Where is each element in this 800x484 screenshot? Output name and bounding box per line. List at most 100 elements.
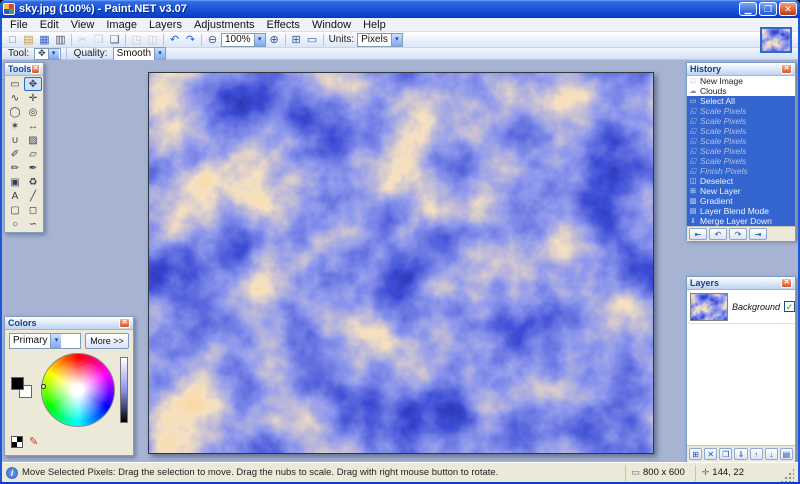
layer-properties-button[interactable]: ▤ bbox=[780, 448, 793, 460]
menu-image[interactable]: Image bbox=[100, 18, 143, 32]
colors-panel-titlebar[interactable]: Colors ✕ bbox=[5, 317, 133, 330]
redo-icon[interactable]: ↷ bbox=[183, 33, 198, 47]
chevron-down-icon[interactable]: ▾ bbox=[154, 48, 165, 60]
history-undo-button[interactable]: ↶ bbox=[709, 228, 727, 240]
tool-text[interactable]: A bbox=[6, 189, 24, 203]
tool-move-selection[interactable]: ✛ bbox=[24, 91, 42, 105]
new-image-icon[interactable]: □ bbox=[5, 33, 20, 47]
layer-visibility-checkbox[interactable]: ✓ bbox=[784, 301, 795, 312]
duplicate-layer-button[interactable]: ❐ bbox=[719, 448, 732, 460]
tool-gradient[interactable]: ▨ bbox=[24, 133, 42, 147]
menu-view[interactable]: View bbox=[65, 18, 101, 32]
undo-icon[interactable]: ↶ bbox=[167, 33, 182, 47]
chevron-down-icon[interactable]: ▾ bbox=[48, 49, 59, 59]
tool-rectangle-select[interactable]: ▭ bbox=[6, 77, 24, 91]
history-item[interactable]: ▨Gradient bbox=[687, 196, 795, 206]
close-icon[interactable]: ✕ bbox=[119, 318, 130, 328]
restore-button[interactable]: ❐ bbox=[759, 2, 777, 16]
swatch-grid-icon[interactable] bbox=[11, 436, 23, 448]
tool-paint-bucket[interactable]: ∪ bbox=[6, 133, 24, 147]
tool-eraser[interactable]: ▱ bbox=[24, 147, 42, 161]
units-select[interactable]: Pixels ▾ bbox=[357, 33, 403, 47]
color-wheel[interactable] bbox=[41, 353, 115, 427]
history-item[interactable]: ☁Clouds bbox=[687, 86, 795, 96]
tool-line-curve[interactable]: ╱ bbox=[24, 189, 42, 203]
sky-image[interactable] bbox=[149, 73, 653, 453]
history-item[interactable]: ⊞New Layer bbox=[687, 186, 795, 196]
history-rewind-button[interactable]: ⇤ bbox=[689, 228, 707, 240]
current-tool-select[interactable]: ✥ ▾ bbox=[34, 48, 61, 60]
delete-layer-button[interactable]: ✕ bbox=[704, 448, 717, 460]
menu-edit[interactable]: Edit bbox=[34, 18, 65, 32]
tool-recolor[interactable]: ♻ bbox=[24, 175, 42, 189]
history-item[interactable]: ◱Scale Pixels bbox=[687, 106, 795, 116]
tool-zoom[interactable]: ◎ bbox=[24, 105, 42, 119]
history-item[interactable]: ◱Scale Pixels bbox=[687, 136, 795, 146]
menu-window[interactable]: Window bbox=[306, 18, 357, 32]
open-image-thumbnail[interactable] bbox=[760, 27, 792, 53]
history-item[interactable]: ◫Deselect bbox=[687, 176, 795, 186]
primary-color-swatch[interactable] bbox=[11, 377, 24, 390]
more-options-button[interactable]: More >> bbox=[85, 333, 129, 349]
history-panel-titlebar[interactable]: History ✕ bbox=[687, 63, 795, 76]
history-item[interactable]: ◱Finish Pixels bbox=[687, 166, 795, 176]
zoom-out-icon[interactable]: ⊖ bbox=[205, 33, 220, 47]
rulers-toggle-icon[interactable]: ▭ bbox=[305, 33, 320, 47]
grid-toggle-icon[interactable]: ⊞ bbox=[289, 33, 304, 47]
cut-icon[interactable]: ✂ bbox=[75, 33, 90, 47]
chevron-down-icon[interactable]: ▾ bbox=[391, 34, 402, 46]
quality-select[interactable]: Smooth ▾ bbox=[113, 47, 166, 61]
zoom-level-select[interactable]: 100% ▾ bbox=[221, 33, 266, 47]
menu-file[interactable]: File bbox=[4, 18, 34, 32]
tool-paintbrush[interactable]: ✐ bbox=[6, 147, 24, 161]
tool-color-picker[interactable]: ✒ bbox=[24, 161, 42, 175]
close-button[interactable]: ✕ bbox=[779, 2, 797, 16]
paste-icon[interactable]: ❏ bbox=[107, 33, 122, 47]
move-layer-down-button[interactable]: ↓ bbox=[765, 448, 778, 460]
menu-effects[interactable]: Effects bbox=[261, 18, 306, 32]
deselect-icon[interactable]: ◫ bbox=[145, 33, 160, 47]
history-redo-button[interactable]: ↷ bbox=[729, 228, 747, 240]
open-file-icon[interactable]: ▤ bbox=[21, 33, 36, 47]
close-icon[interactable]: ✕ bbox=[781, 64, 792, 74]
move-layer-up-button[interactable]: ↑ bbox=[750, 448, 763, 460]
copy-icon[interactable]: ❐ bbox=[91, 33, 106, 47]
resize-grip[interactable] bbox=[780, 468, 794, 482]
tools-panel-titlebar[interactable]: Tools ✕ bbox=[5, 63, 43, 76]
tool-ellipse[interactable]: ○ bbox=[6, 217, 24, 231]
history-item[interactable]: ◱Scale Pixels bbox=[687, 116, 795, 126]
print-icon[interactable]: ▥ bbox=[53, 33, 68, 47]
chevron-down-icon[interactable]: ▾ bbox=[50, 334, 61, 348]
tool-move-selected-pixels[interactable]: ✥ bbox=[24, 77, 42, 91]
layer-row-background[interactable]: Background ✓ bbox=[687, 290, 795, 324]
primary-secondary-swatches[interactable] bbox=[11, 377, 35, 401]
titlebar[interactable]: sky.jpg (100%) - Paint.NET v3.07 ▁ ❐ ✕ bbox=[0, 0, 800, 18]
brightness-slider[interactable] bbox=[120, 357, 128, 423]
close-icon[interactable]: ✕ bbox=[31, 64, 40, 74]
merge-layer-down-button[interactable]: ⇓ bbox=[734, 448, 747, 460]
history-item[interactable]: □New Image bbox=[687, 76, 795, 86]
history-item[interactable]: ▭Select All bbox=[687, 96, 795, 106]
color-target-select[interactable]: Primary ▾ bbox=[9, 333, 81, 349]
tool-pan[interactable]: ↔ bbox=[24, 119, 42, 133]
save-icon[interactable]: ▦ bbox=[37, 33, 52, 47]
history-item[interactable]: ◱Scale Pixels bbox=[687, 146, 795, 156]
history-fast-forward-button[interactable]: ⇥ bbox=[749, 228, 767, 240]
tool-rounded-rectangle[interactable]: ◻ bbox=[24, 203, 42, 217]
layers-panel-titlebar[interactable]: Layers ✕ bbox=[687, 277, 795, 290]
tool-freeform-shape[interactable]: ∽ bbox=[24, 217, 42, 231]
canvas[interactable] bbox=[148, 72, 654, 454]
add-layer-button[interactable]: ⊞ bbox=[689, 448, 702, 460]
color-wheel-cursor[interactable] bbox=[41, 384, 46, 389]
tool-ellipse-select[interactable]: ◯ bbox=[6, 105, 24, 119]
tool-magic-wand[interactable]: ✶ bbox=[6, 119, 24, 133]
minimize-button[interactable]: ▁ bbox=[739, 2, 757, 16]
crop-to-selection-icon[interactable]: ◳ bbox=[129, 33, 144, 47]
history-item[interactable]: ◱Scale Pixels bbox=[687, 156, 795, 166]
history-item[interactable]: ◱Scale Pixels bbox=[687, 126, 795, 136]
menu-layers[interactable]: Layers bbox=[143, 18, 188, 32]
history-item[interactable]: ▤Layer Blend Mode bbox=[687, 206, 795, 216]
tool-pencil[interactable]: ✏ bbox=[6, 161, 24, 175]
zoom-in-icon[interactable]: ⊕ bbox=[267, 33, 282, 47]
tool-rectangle[interactable]: ▢ bbox=[6, 203, 24, 217]
